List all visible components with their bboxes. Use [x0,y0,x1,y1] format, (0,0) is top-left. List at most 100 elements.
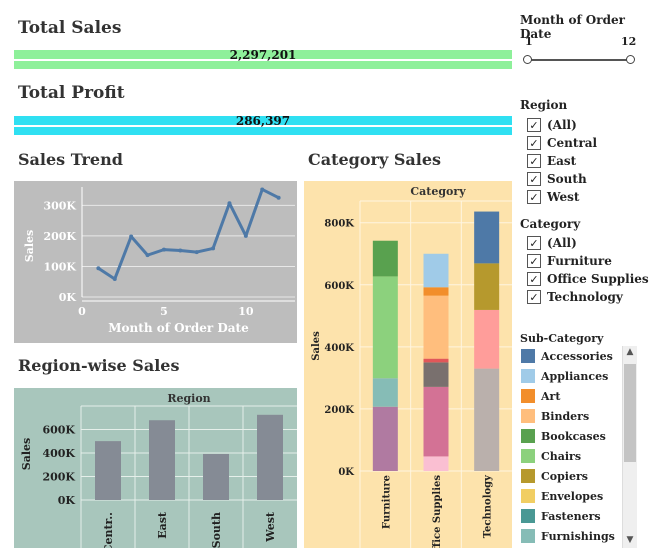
data-point[interactable] [211,246,216,251]
x-axis-title: Month of Order Date [108,321,249,335]
legend-label: Fasteners [541,509,601,523]
stack-segment[interactable] [372,240,398,277]
y-tick-label: 200K [42,471,75,484]
subcategory-scrollbar[interactable]: ▲ ▼ [622,346,637,548]
category-filter-title: Category [520,217,581,231]
filter-option-label: West [547,190,580,204]
legend-item[interactable]: Chairs [521,448,581,464]
stack-segment[interactable] [372,378,398,407]
legend-item[interactable]: Binders [521,408,589,424]
region-bar[interactable] [203,453,229,500]
data-point[interactable] [276,195,281,200]
category-sales-chart[interactable]: Category 0K 200K 400K 600K 800K Sales Furniture… [304,181,512,548]
filter-option[interactable]: ✓ South [527,171,587,187]
legend-label: Binders [541,409,590,423]
stack-segment[interactable] [423,456,449,471]
region-sales-chart[interactable]: Region 0K 200K 400K 600K Sales Centr.. East Sout… [14,388,297,548]
legend-item[interactable]: Copiers [521,468,588,484]
checkbox-checked-icon[interactable]: ✓ [527,272,541,286]
stack-segment[interactable] [423,295,449,359]
stack-segment[interactable] [474,263,500,310]
filter-option[interactable]: ✓ (All) [527,117,577,133]
legend-swatch [521,529,535,543]
stack-segment[interactable] [474,211,500,264]
legend-item[interactable]: Fasteners [521,508,601,524]
legend-label: Accessories [541,349,613,363]
scroll-down-icon[interactable]: ▼ [624,534,636,546]
stack-segment[interactable] [474,368,500,471]
legend-item[interactable]: Envelopes [521,488,603,504]
y-tick-label: 200K [43,230,76,243]
y-tick-label: 600K [324,281,354,292]
total-profit-bar[interactable]: 286,397 [14,114,512,135]
data-point[interactable] [243,233,248,238]
stack-segment[interactable] [423,287,449,296]
stack-segment[interactable] [372,276,398,379]
region-bar[interactable] [95,441,121,500]
filter-option[interactable]: ✓ (All) [527,235,577,251]
stack-segment[interactable] [423,358,449,363]
region-bar[interactable] [257,414,283,500]
legend-item[interactable]: Appliances [521,368,608,384]
subcategory-legend-title: Sub-Category [520,332,604,345]
region-filter-title: Region [520,98,568,112]
x-tick-label: 0 [78,305,86,318]
checkbox-checked-icon[interactable]: ✓ [527,154,541,168]
filter-option[interactable]: ✓ West [527,189,579,205]
filter-option[interactable]: ✓ Central [527,135,597,151]
legend-item[interactable]: Accessories [521,348,613,364]
month-slider-track[interactable] [529,59,631,61]
data-point[interactable] [260,187,265,192]
data-point[interactable] [227,201,232,206]
checkbox-checked-icon[interactable]: ✓ [527,236,541,250]
legend-label: Appliances [541,369,609,383]
total-sales-value: 2,297,201 [229,48,297,62]
month-slider-min-handle[interactable] [523,55,532,64]
checkbox-checked-icon[interactable]: ✓ [527,290,541,304]
data-point[interactable] [178,248,183,253]
data-point[interactable] [129,234,134,239]
checkbox-checked-icon[interactable]: ✓ [527,172,541,186]
legend-swatch [521,349,535,363]
scrollbar-thumb[interactable] [624,364,636,462]
scroll-up-icon[interactable]: ▲ [624,346,636,358]
stack-segment[interactable] [474,309,500,369]
total-sales-bar[interactable]: 2,297,201 [14,48,512,69]
filter-option[interactable]: ✓ Furniture [527,253,612,269]
checkbox-checked-icon[interactable]: ✓ [527,136,541,150]
region-bar[interactable] [149,420,175,500]
filter-option-label: (All) [547,118,577,132]
y-tick-label: 0K [59,291,77,304]
x-tick-label: South [210,512,223,548]
legend-swatch [521,509,535,523]
data-point[interactable] [96,266,101,271]
filter-option[interactable]: ✓ Technology [527,289,623,305]
stack-segment[interactable] [372,406,398,471]
legend-item[interactable]: Art [521,388,560,404]
stack-segment[interactable] [423,253,449,288]
legend-label: Art [541,389,561,403]
y-tick-label: 800K [324,219,354,230]
y-tick-label: 400K [324,343,354,354]
legend-item[interactable]: Bookcases [521,428,606,444]
data-point[interactable] [161,247,166,252]
filter-option[interactable]: ✓ Office Supplies [527,271,649,287]
x-tick-label: 10 [238,305,254,318]
legend-item[interactable]: Furnishings [521,528,615,544]
y-axis-title: Sales [23,230,36,262]
data-point[interactable] [145,253,150,258]
legend-label: Chairs [541,449,582,463]
stack-segment[interactable] [423,386,449,457]
checkbox-checked-icon[interactable]: ✓ [527,254,541,268]
sales-trend-chart[interactable]: 0K 100K 200K 300K 0 5 10 Month of Order Date Sal… [14,181,297,343]
filter-option-label: Central [547,136,598,150]
x-tick-label: Office Supplies [432,475,443,548]
stack-segment[interactable] [423,362,449,387]
month-slider-max-handle[interactable] [626,55,635,64]
checkbox-checked-icon[interactable]: ✓ [527,190,541,204]
data-point[interactable] [112,276,117,281]
y-tick-label: 0K [338,467,354,478]
filter-option[interactable]: ✓ East [527,153,576,169]
checkbox-checked-icon[interactable]: ✓ [527,118,541,132]
data-point[interactable] [194,250,199,255]
